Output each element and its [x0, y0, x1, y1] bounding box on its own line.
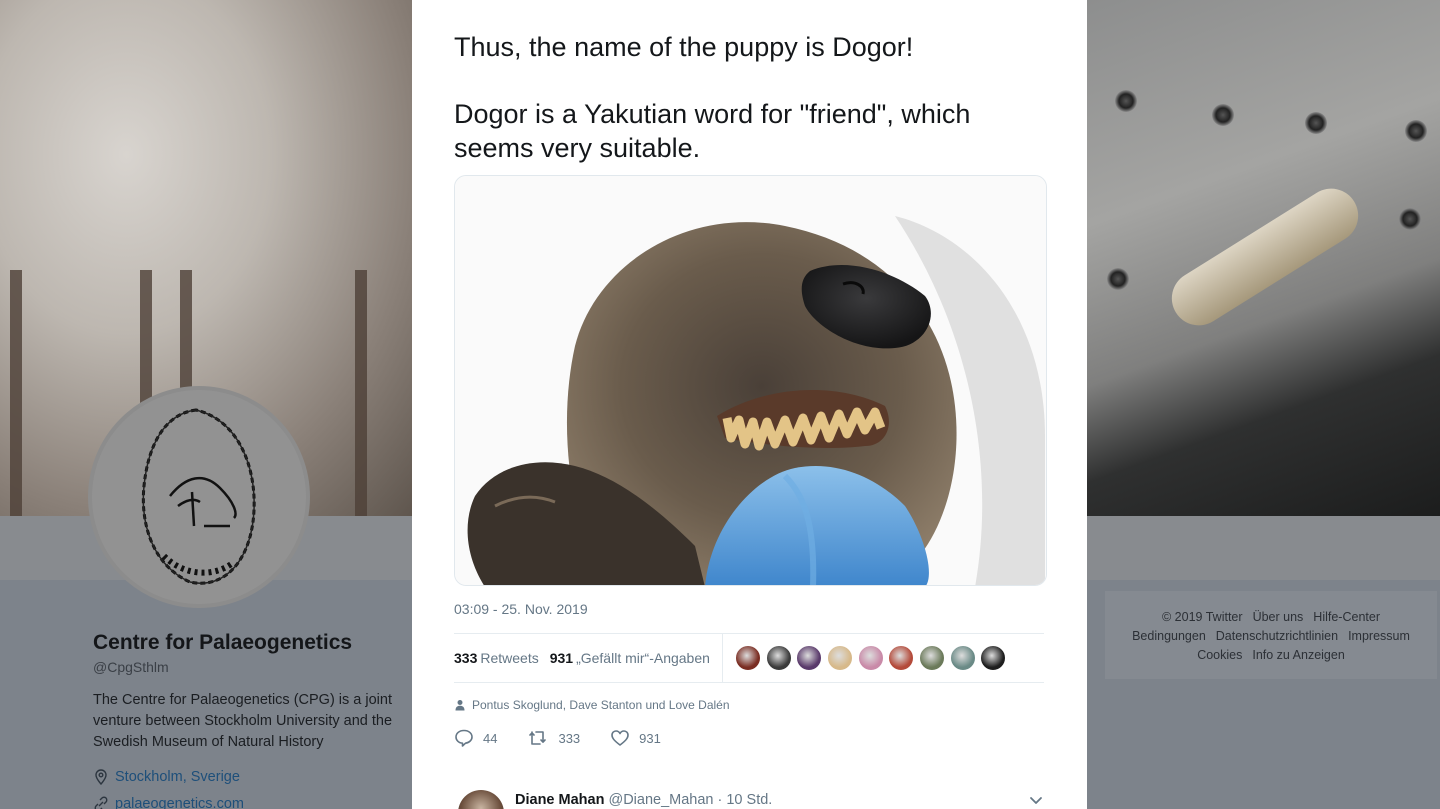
chevron-down-icon[interactable] — [1028, 792, 1044, 808]
liker-avatar[interactable] — [765, 645, 792, 671]
person-icon — [455, 700, 465, 711]
footer-link-ads-info[interactable]: Info zu Anzeigen — [1252, 648, 1344, 662]
liker-avatar[interactable] — [888, 645, 915, 671]
tweet-paragraph: Thus, the name of the puppy is Dogor! — [454, 32, 914, 62]
profile-avatar[interactable] — [88, 386, 310, 608]
reply-icon — [455, 729, 473, 747]
profile-bio: The Centre for Palaeogenetics (CPG) is a… — [93, 692, 393, 750]
footer-link-copyright: © 2019 Twitter — [1162, 610, 1243, 624]
heart-icon — [611, 730, 629, 746]
footer-link-imprint[interactable]: Impressum — [1348, 629, 1410, 643]
location-pin-icon — [95, 769, 107, 785]
link-icon — [94, 796, 108, 809]
reply-avatar[interactable] — [458, 790, 504, 809]
stats-divider — [721, 633, 723, 683]
tweet-stats: 333 Retweets 931 „Gefällt mir“-Angaben — [454, 633, 1044, 683]
tweet-text: Thus, the name of the puppy is Dogor! Do… — [454, 30, 1054, 198]
retweet-count: 333 — [558, 730, 581, 746]
retweets-label: Retweets — [480, 650, 539, 666]
reply-button[interactable]: 44 — [454, 728, 497, 748]
reply-handle-time[interactable]: @Diane_Mahan · 10 Std. — [608, 792, 772, 808]
tagged-users: Pontus Skoglund, Dave Stanton und Love D… — [454, 698, 730, 712]
footer-links: © 2019 Twitter Über uns Hilfe-Center Bedin… — [1105, 591, 1437, 679]
tagged-users-text[interactable]: Pontus Skoglund, Dave Stanton und Love D… — [472, 698, 730, 712]
puppy-photo — [455, 176, 1046, 585]
liker-avatar[interactable] — [949, 645, 976, 671]
liker-avatars — [734, 645, 1011, 671]
liker-avatar[interactable] — [980, 645, 1007, 671]
liker-avatar[interactable] — [919, 645, 946, 671]
retweets-count: 333 — [454, 650, 478, 666]
tweet-actions: 44 333 931 — [454, 728, 691, 748]
tweet-paragraph: Dogor is a Yakutian word for "friend", w… — [454, 99, 971, 163]
profile-website-text[interactable]: palaeogenetics.com — [115, 796, 244, 809]
like-count: 931 — [639, 730, 661, 746]
profile-website: palaeogenetics.com — [93, 796, 244, 809]
liker-avatar[interactable] — [857, 645, 884, 671]
footer-link-cookies[interactable]: Cookies — [1197, 648, 1242, 662]
reply-author-name[interactable]: Diane Mahan — [515, 792, 604, 808]
logo-icon — [141, 408, 256, 585]
tweet-photo[interactable] — [454, 175, 1047, 586]
like-button[interactable]: 931 — [610, 728, 661, 748]
liker-avatar[interactable] — [796, 645, 823, 671]
profile-location-text[interactable]: Stockholm, Sverige — [115, 769, 240, 785]
reply-author: Diane Mahan @Diane_Mahan · 10 Std. — [515, 792, 772, 808]
retweet-icon — [529, 731, 547, 745]
footer-link-privacy[interactable]: Datenschutzrichtlinien — [1216, 629, 1338, 643]
profile-location: Stockholm, Sverige — [93, 769, 240, 785]
footer-link-about[interactable]: Über uns — [1253, 610, 1304, 624]
likes-label: „Gefällt mir“-Angaben — [576, 650, 710, 666]
liker-avatar[interactable] — [734, 645, 761, 671]
reply-tweet[interactable]: Diane Mahan @Diane_Mahan · 10 Std. — [454, 788, 1054, 809]
reply-count: 44 — [483, 730, 498, 746]
liker-avatar[interactable] — [826, 645, 853, 671]
profile-name[interactable]: Centre for Palaeogenetics — [93, 631, 352, 655]
retweet-button[interactable]: 333 — [527, 728, 580, 748]
profile-handle[interactable]: @CpgSthlm — [93, 659, 169, 675]
tweet-modal: Thus, the name of the puppy is Dogor! Do… — [412, 0, 1087, 809]
footer-link-help[interactable]: Hilfe-Center — [1313, 610, 1380, 624]
retweet-stats[interactable]: 333 Retweets — [454, 650, 539, 666]
tweet-timestamp[interactable]: 03:09 - 25. Nov. 2019 — [454, 601, 588, 617]
likes-count: 931 — [549, 650, 574, 666]
like-stats[interactable]: 931 „Gefällt mir“-Angaben — [550, 650, 710, 666]
footer-link-terms[interactable]: Bedingungen — [1132, 629, 1206, 643]
